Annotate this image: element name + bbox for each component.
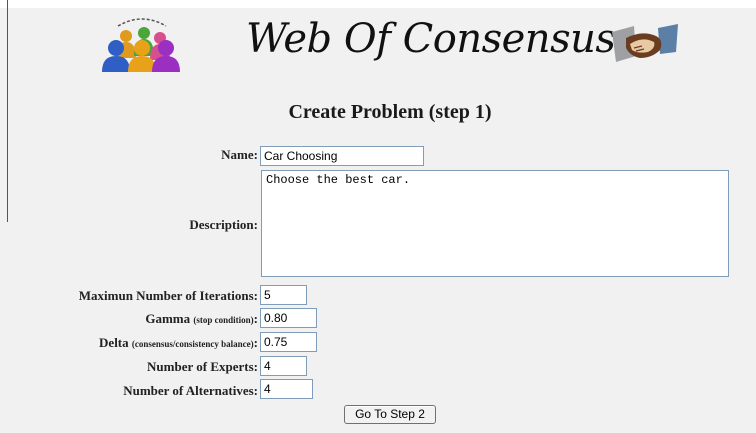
max-iterations-input[interactable]: 5 (260, 285, 307, 305)
delta-input[interactable]: 0.75 (260, 332, 317, 352)
alternatives-label: Number of Alternatives: (123, 383, 258, 398)
left-divider (7, 0, 8, 222)
experts-input[interactable]: 4 (260, 356, 307, 376)
description-textarea[interactable]: Choose the best car. (261, 170, 729, 277)
alternatives-input[interactable]: 4 (260, 379, 313, 399)
delta-colon: : (253, 335, 258, 350)
people-group-icon (102, 18, 180, 72)
page: Web Of Consensus Create Problem (step 1)… (0, 0, 756, 433)
description-label: Description: (189, 217, 258, 232)
experts-label: Number of Experts: (147, 359, 258, 374)
delta-label: Delta (consensus/consistency balance): (99, 335, 258, 351)
page-title: Create Problem (step 1) (288, 101, 492, 123)
gamma-colon: : (253, 311, 258, 326)
go-to-step-2-button[interactable]: Go To Step 2 (344, 405, 436, 424)
gamma-label: Gamma (stop condition): (145, 311, 258, 327)
name-input[interactable]: Car Choosing (260, 146, 424, 166)
delta-label-text: Delta (99, 335, 129, 350)
gamma-note: (stop condition) (193, 315, 254, 325)
delta-note: (consensus/consistency balance) (131, 339, 254, 349)
top-strip (0, 0, 756, 8)
name-label: Name: (221, 147, 258, 162)
gamma-input[interactable]: 0.80 (260, 308, 317, 328)
gamma-label-text: Gamma (145, 311, 191, 326)
site-title: Web Of Consensus (246, 16, 616, 62)
max-iterations-label: Maximun Number of Iterations: (78, 288, 258, 303)
handshake-icon (612, 24, 678, 62)
